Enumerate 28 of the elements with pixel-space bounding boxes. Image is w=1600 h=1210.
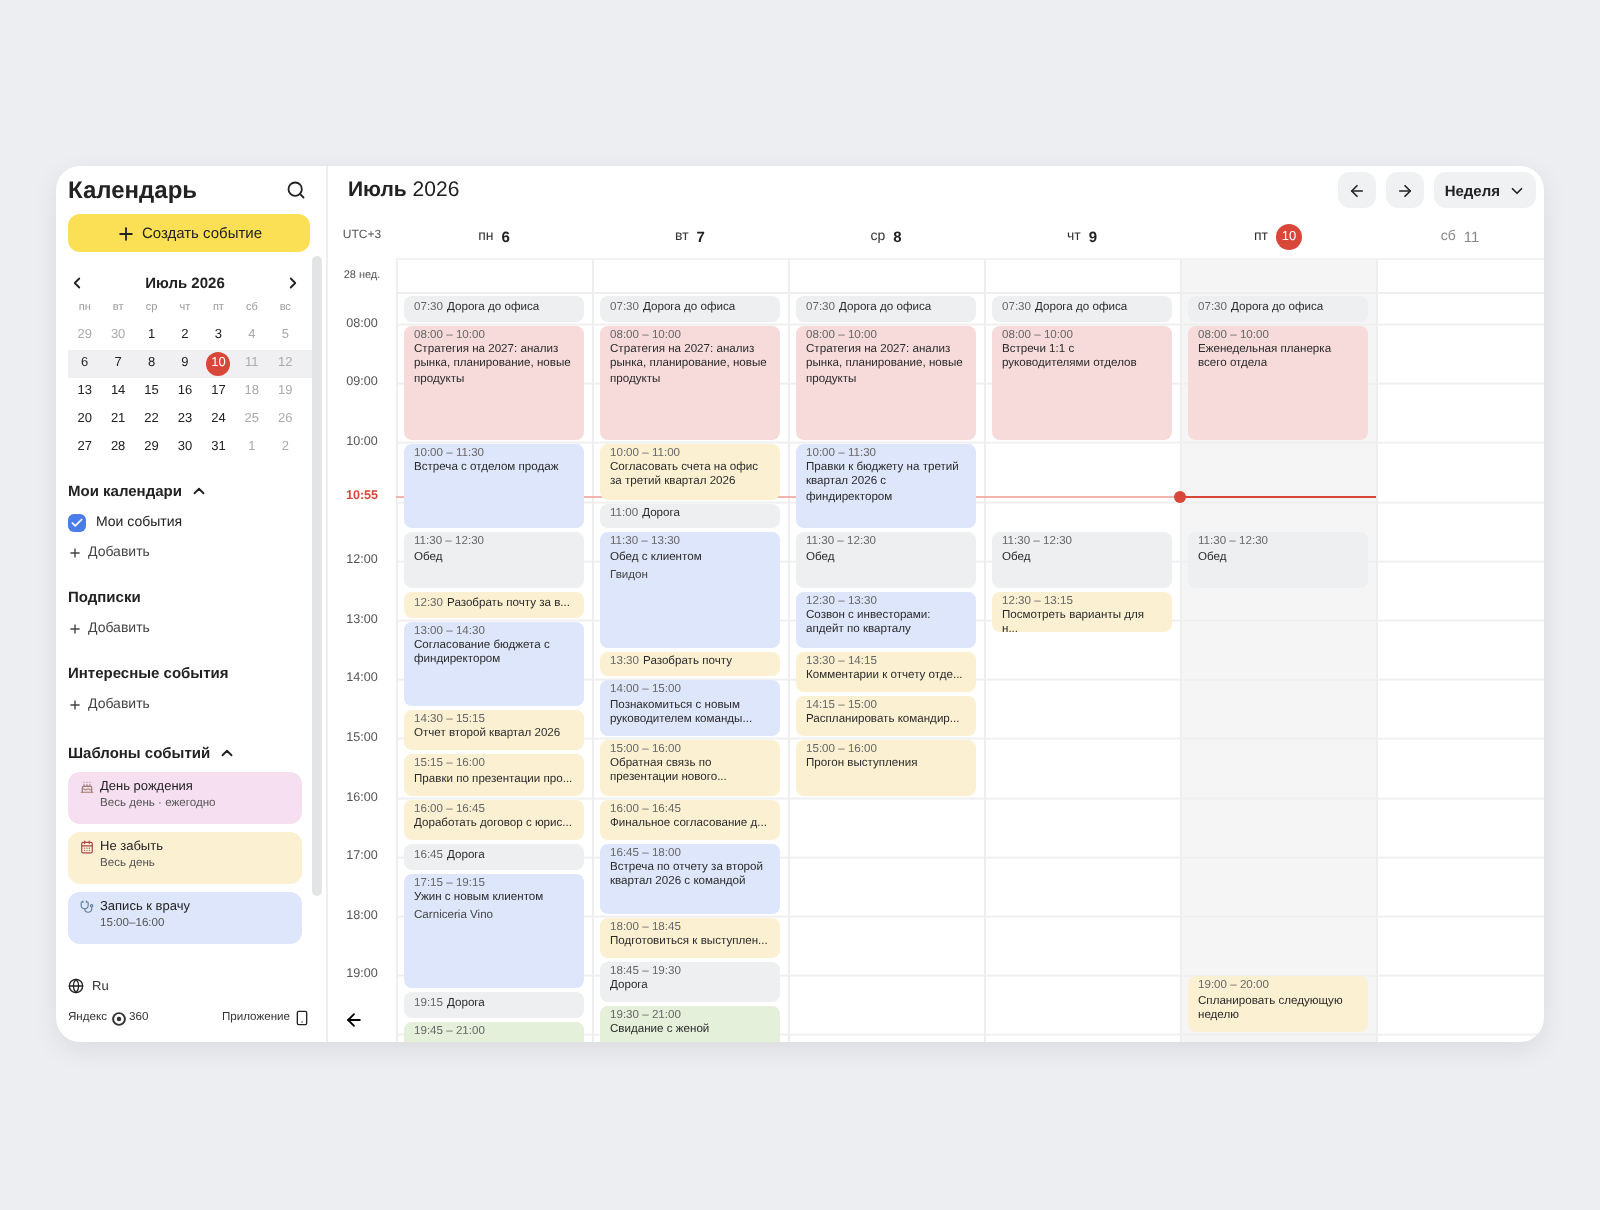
phone-icon <box>294 1010 310 1026</box>
month-title: Июль 2026 <box>348 178 460 202</box>
previous-week-button[interactable] <box>1338 172 1377 208</box>
calendar-icon <box>80 840 94 854</box>
globe-icon <box>68 978 84 994</box>
all-day-cell[interactable] <box>1376 258 1544 294</box>
day-column[interactable] <box>788 294 984 1042</box>
previous-month-button[interactable] <box>68 273 86 291</box>
stethoscope-icon <box>80 900 94 914</box>
plus-icon <box>68 698 82 712</box>
chevron-left-icon <box>68 273 86 291</box>
plus-icon <box>68 622 82 636</box>
next-week-button[interactable] <box>1386 172 1425 208</box>
check-icon <box>70 516 84 530</box>
day-column[interactable] <box>592 294 788 1042</box>
cake-icon <box>80 780 94 794</box>
search-button[interactable] <box>286 180 306 200</box>
app-title: Календарь <box>68 176 198 204</box>
arrow-left-icon <box>344 1010 364 1030</box>
plus-icon <box>115 223 136 243</box>
logo-icon <box>111 1011 125 1025</box>
arrow-right-icon <box>1396 181 1415 199</box>
scrollbar[interactable] <box>312 256 322 896</box>
day-column[interactable] <box>396 294 592 1042</box>
search-icon <box>286 180 306 200</box>
plus-icon <box>68 546 82 560</box>
arrow-left-icon <box>1348 181 1367 199</box>
checkbox[interactable] <box>68 514 86 532</box>
